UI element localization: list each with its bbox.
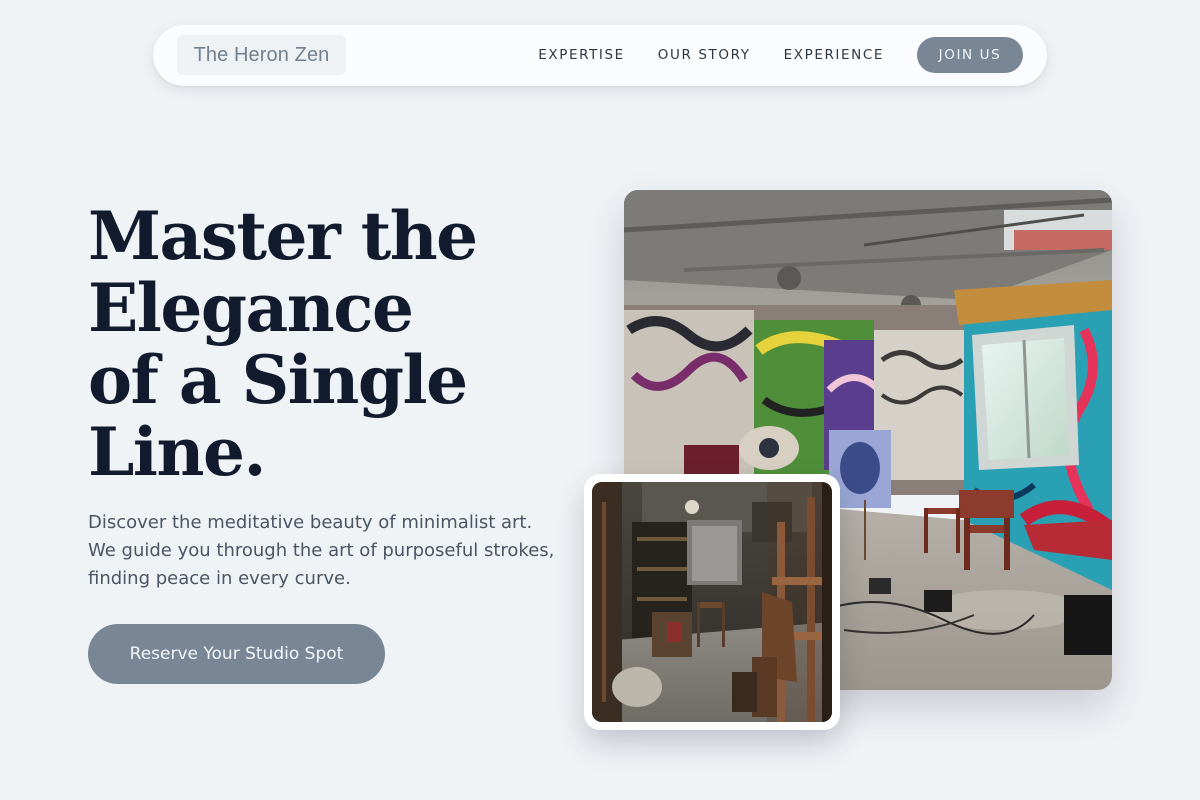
- hero-title: Master the Elegance of a Single Line.: [88, 200, 588, 488]
- hero-title-line-3: of a Single: [88, 341, 468, 419]
- hero-subtitle: Discover the meditative beauty of minima…: [88, 512, 555, 589]
- join-us-button[interactable]: JOIN US: [917, 37, 1023, 73]
- nav-link-expertise[interactable]: EXPERTISE: [538, 47, 625, 63]
- nav-link-experience[interactable]: EXPERIENCE: [784, 47, 884, 63]
- artist-workshop-illustration: [592, 482, 832, 722]
- top-navigation: The Heron Zen EXPERTISE OUR STORY EXPERI…: [153, 25, 1047, 86]
- hero-title-line-4: Line.: [88, 413, 266, 491]
- artist-workshop-easels-photo: [592, 482, 832, 722]
- hero-title-line-2: Elegance: [88, 269, 414, 347]
- hero-title-line-1: Master the: [88, 197, 478, 275]
- secondary-photo-frame: [584, 474, 840, 730]
- nav-link-our-story[interactable]: OUR STORY: [658, 47, 751, 63]
- reserve-studio-spot-button[interactable]: Reserve Your Studio Spot: [88, 624, 385, 684]
- nav-links: EXPERTISE OUR STORY EXPERIENCE JOIN US: [538, 37, 1023, 73]
- brand-logo[interactable]: The Heron Zen: [177, 35, 346, 75]
